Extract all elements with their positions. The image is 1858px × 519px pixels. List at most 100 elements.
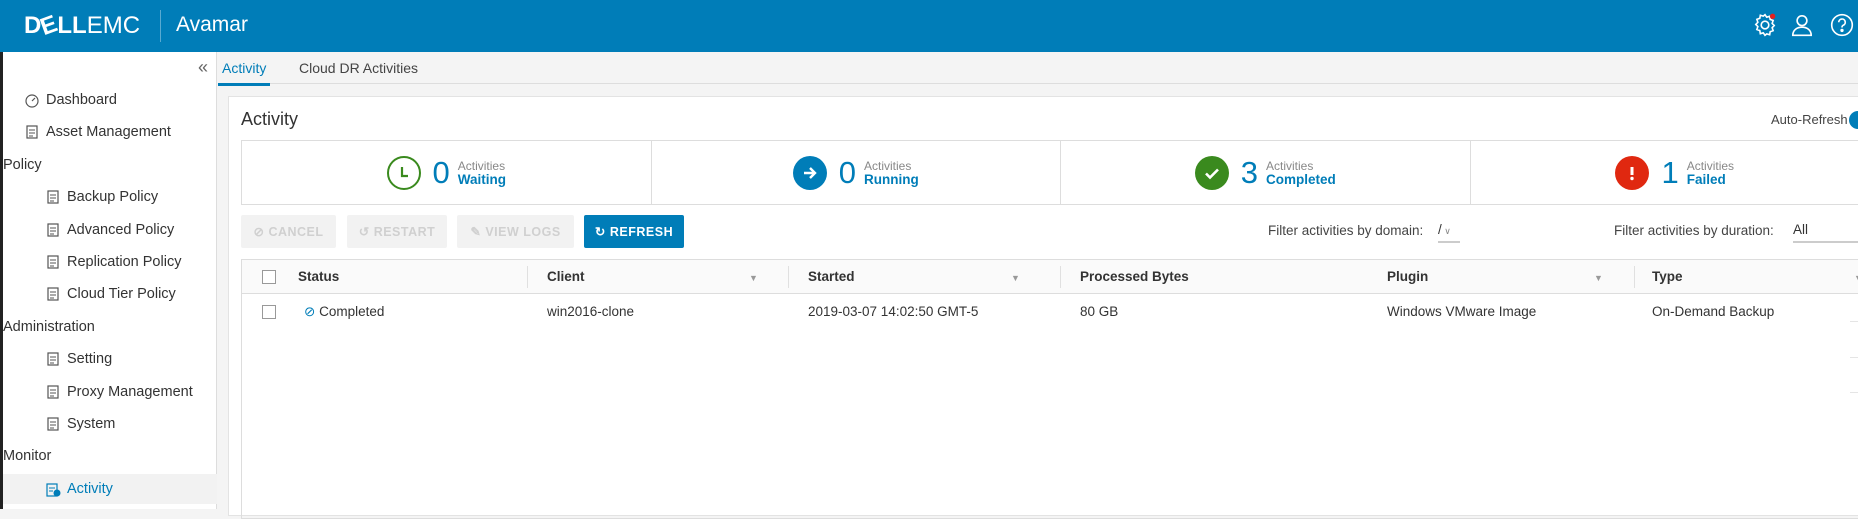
tab-cloud-dr-activities[interactable]: Cloud DR Activities bbox=[299, 60, 418, 76]
sidebar-item-advanced-policy[interactable]: Advanced Policy bbox=[3, 215, 217, 245]
gear-icon[interactable] bbox=[1752, 12, 1778, 38]
advanced-policy-icon bbox=[45, 222, 61, 238]
column-processed-bytes[interactable]: Processed Bytes bbox=[1080, 269, 1189, 284]
column-started[interactable]: Started bbox=[808, 269, 855, 284]
completed-count: 3 bbox=[1241, 155, 1258, 191]
check-circle-icon: ⊘ bbox=[304, 304, 315, 319]
sidebar-item-label: Cloud Tier Policy bbox=[67, 286, 176, 302]
help-icon[interactable] bbox=[1829, 12, 1855, 38]
sidebar-item-setting[interactable]: Setting bbox=[3, 344, 217, 374]
refresh-icon: ↻ bbox=[595, 224, 606, 239]
activity-icon bbox=[45, 481, 61, 497]
refresh-label: REFRESH bbox=[610, 225, 673, 239]
auto-refresh-toggle[interactable] bbox=[1849, 111, 1858, 129]
column-status[interactable]: Status bbox=[298, 269, 339, 284]
cancel-button[interactable]: ⊘CANCEL bbox=[241, 215, 336, 248]
restart-button[interactable]: ↺ RESTART bbox=[347, 215, 447, 248]
sidebar: « Dashboard Asset Management Policy Backup … bbox=[0, 52, 217, 509]
asset-icon bbox=[24, 124, 40, 140]
summary-failed[interactable]: 1 ActivitiesFailed bbox=[1471, 141, 1858, 204]
domain-filter-label: Filter activities by domain: bbox=[1268, 223, 1423, 238]
row-checkbox[interactable] bbox=[262, 305, 276, 319]
sidebar-item-label: Advanced Policy bbox=[67, 222, 174, 238]
summary-status: Running bbox=[864, 173, 919, 186]
replication-icon bbox=[45, 254, 61, 270]
view-logs-label: VIEW LOGS bbox=[485, 225, 560, 239]
cloud-icon bbox=[45, 286, 61, 302]
column-divider[interactable] bbox=[788, 266, 789, 288]
exclamation-icon bbox=[1615, 156, 1649, 190]
summary-completed[interactable]: 3 ActivitiesCompleted bbox=[1061, 141, 1471, 204]
system-icon bbox=[45, 416, 61, 432]
row-divider bbox=[1850, 392, 1858, 393]
column-divider[interactable] bbox=[1634, 266, 1635, 288]
status-text: Completed bbox=[319, 304, 384, 319]
domain-filter-select[interactable]: / ∨ bbox=[1438, 219, 1460, 243]
plugin-cell: Windows VMware Image bbox=[1387, 304, 1536, 319]
column-client[interactable]: Client bbox=[547, 269, 585, 284]
sidebar-item-label: Policy bbox=[3, 157, 42, 173]
filter-icon[interactable]: ▼ bbox=[1594, 273, 1603, 283]
summary-caption: Activities bbox=[864, 160, 919, 173]
refresh-button[interactable]: ↻ REFRESH bbox=[584, 215, 684, 248]
header-divider bbox=[160, 10, 161, 42]
sidebar-item-proxy-management[interactable]: Proxy Management bbox=[3, 377, 217, 407]
sidebar-item-activity[interactable]: Activity bbox=[3, 474, 217, 504]
check-icon bbox=[1195, 156, 1229, 190]
tab-activity[interactable]: Activity bbox=[222, 60, 266, 76]
gauge-icon bbox=[24, 92, 40, 108]
clock-icon bbox=[387, 156, 421, 190]
sidebar-item-label: Backup Policy bbox=[67, 189, 158, 205]
logs-icon: ✎ bbox=[470, 224, 481, 239]
column-type[interactable]: Type bbox=[1652, 269, 1683, 284]
collapse-sidebar-icon[interactable]: « bbox=[198, 57, 208, 78]
restart-icon: ↺ bbox=[359, 224, 370, 239]
restart-label: RESTART bbox=[374, 225, 436, 239]
filter-icon[interactable]: ▼ bbox=[1854, 273, 1858, 283]
select-all-checkbox[interactable] bbox=[262, 270, 276, 284]
view-logs-button[interactable]: ✎ VIEW LOGS bbox=[457, 215, 574, 248]
status-cell: ⊘ Completed bbox=[304, 304, 384, 320]
summary-status: Completed bbox=[1266, 173, 1336, 186]
app-title: Avamar bbox=[176, 13, 248, 37]
sidebar-item-label: Replication Policy bbox=[67, 254, 181, 270]
sidebar-item-cloud-tier-policy[interactable]: Cloud Tier Policy bbox=[3, 279, 217, 309]
column-divider[interactable] bbox=[1060, 266, 1061, 288]
summary-waiting[interactable]: 0 ActivitiesWaiting bbox=[242, 141, 652, 204]
user-icon[interactable] bbox=[1789, 12, 1815, 38]
summary-status: Waiting bbox=[458, 173, 506, 186]
row-divider bbox=[1850, 357, 1858, 358]
started-cell: 2019-03-07 14:02:50 GMT-5 bbox=[808, 304, 978, 319]
tab-bar: Activity Cloud DR Activities bbox=[218, 52, 1858, 84]
sidebar-item-system[interactable]: System bbox=[3, 409, 217, 439]
column-plugin[interactable]: Plugin bbox=[1387, 269, 1428, 284]
processed-bytes-cell: 80 GB bbox=[1080, 304, 1118, 319]
column-divider[interactable] bbox=[527, 266, 528, 288]
summary-status: Failed bbox=[1687, 173, 1734, 186]
activity-panel: Activity Auto-Refresh 0 ActivitiesWaitin… bbox=[228, 96, 1858, 516]
filter-icon[interactable]: ▼ bbox=[1011, 273, 1020, 283]
sidebar-item-asset-management[interactable]: Asset Management bbox=[3, 117, 217, 147]
summary-caption: Activities bbox=[458, 160, 506, 173]
filter-icon[interactable]: ▼ bbox=[749, 273, 758, 283]
sidebar-item-replication-policy[interactable]: Replication Policy bbox=[3, 247, 217, 277]
activity-summary: 0 ActivitiesWaiting 0 ActivitiesRunning … bbox=[241, 140, 1858, 205]
sidebar-item-dashboard[interactable]: Dashboard bbox=[3, 85, 217, 115]
summary-caption: Activities bbox=[1266, 160, 1336, 173]
client-cell: win2016-clone bbox=[547, 304, 634, 319]
cancel-icon: ⊘ bbox=[253, 224, 264, 239]
backup-policy-icon bbox=[45, 189, 61, 205]
row-divider bbox=[1850, 321, 1858, 322]
duration-filter-select[interactable]: All bbox=[1793, 219, 1858, 243]
chevron-down-icon: ∨ bbox=[1442, 226, 1451, 236]
sidebar-item-label: Setting bbox=[67, 351, 112, 367]
dell-emc-logo: DELLEMC bbox=[24, 12, 140, 40]
top-header: DELLEMC Avamar bbox=[0, 0, 1858, 52]
type-cell: On-Demand Backup bbox=[1652, 304, 1774, 319]
sidebar-item-backup-policy[interactable]: Backup Policy bbox=[3, 182, 217, 212]
summary-running[interactable]: 0 ActivitiesRunning bbox=[652, 141, 1062, 204]
activity-table: Status Client ▼ Started ▼ Processed Byte… bbox=[241, 259, 1858, 519]
sidebar-item-label: Dashboard bbox=[46, 92, 117, 108]
sidebar-item-label: Monitor bbox=[3, 448, 51, 464]
waiting-count: 0 bbox=[433, 155, 450, 191]
